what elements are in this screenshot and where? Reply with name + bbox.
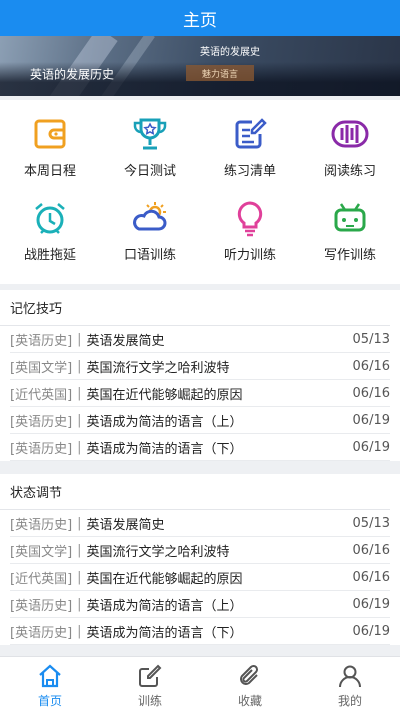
article-date: 06/16 — [352, 385, 390, 401]
tab-favorites[interactable]: 收藏 — [200, 657, 300, 710]
article-row[interactable]: [英国文学] | 英国流行文学之哈利波特 06/16 — [10, 353, 390, 380]
feature-speaking-training[interactable]: 口语训练 — [100, 184, 200, 268]
separator: | — [77, 358, 82, 374]
tab-label: 训练 — [137, 694, 162, 708]
robot-icon — [330, 198, 370, 238]
separator: | — [77, 596, 82, 612]
tab-profile[interactable]: 我的 — [300, 657, 400, 710]
feature-practice-list[interactable]: 练习清单 — [200, 100, 300, 184]
article-category: [英语历史] — [10, 414, 73, 430]
feature-weekly-schedule[interactable]: 本周日程 — [0, 100, 100, 184]
tab-training[interactable]: 训练 — [100, 657, 200, 710]
feature-label: 写作训练 — [323, 248, 376, 263]
tab-label: 首页 — [37, 694, 62, 708]
banner-caption: 英语的发展历史 — [30, 67, 115, 82]
feature-label: 听力训练 — [223, 248, 276, 263]
banner-carousel[interactable]: 英语的发展史 魅力语言 英语的发展历史 — [0, 36, 400, 96]
section-title: 记忆技巧 — [0, 290, 390, 326]
article-date: 06/19 — [352, 623, 390, 639]
article-title: 英语成为简洁的语言（下） — [86, 441, 243, 457]
article-title: 英国在近代能够崛起的原因 — [86, 571, 243, 587]
separator: | — [77, 515, 82, 531]
banner-tag: 魅力语言 — [186, 65, 254, 81]
article-category: [英国文学] — [10, 544, 73, 560]
feature-label: 本周日程 — [23, 164, 76, 179]
alarm-clock-icon — [30, 198, 70, 238]
feature-label: 口语训练 — [123, 248, 176, 263]
separator: | — [77, 623, 82, 639]
article-title: 英语发展简史 — [86, 333, 165, 349]
separator: | — [77, 412, 82, 428]
separator: | — [77, 542, 82, 558]
article-date: 06/16 — [352, 358, 390, 374]
article-category: [英语历史] — [10, 517, 73, 533]
article-date: 05/13 — [352, 331, 390, 347]
article-row[interactable]: [英语历史] | 英语发展简史 05/13 — [10, 510, 390, 537]
feature-label: 战胜拖延 — [23, 248, 76, 263]
paperclip-icon — [240, 664, 259, 685]
separator: | — [77, 331, 82, 347]
cloud-sun-icon — [130, 198, 170, 238]
feature-listening-training[interactable]: 听力训练 — [200, 184, 300, 268]
article-row[interactable]: [英语历史] | 英语发展简史 05/13 — [10, 326, 390, 353]
article-category: [英语历史] — [10, 625, 73, 641]
page-title: 主页 — [183, 10, 217, 31]
article-category: [英语历史] — [10, 598, 73, 614]
bottom-tab-bar: 首页 训练 收藏 我的 — [0, 656, 400, 710]
article-title: 英语成为简洁的语言（上） — [86, 414, 243, 430]
feature-label: 今日测试 — [123, 164, 176, 179]
article-date: 05/13 — [352, 515, 390, 531]
separator: | — [77, 385, 82, 401]
feature-reading-practice[interactable]: 阅读练习 — [300, 100, 400, 184]
article-row[interactable]: [近代英国] | 英国在近代能够崛起的原因 06/16 — [10, 564, 390, 591]
article-row[interactable]: [英语历史] | 英语成为简洁的语言（下） 06/19 — [10, 434, 390, 461]
audio-wave-icon — [330, 114, 370, 154]
tab-home[interactable]: 首页 — [0, 657, 100, 710]
feature-writing-training[interactable]: 写作训练 — [300, 184, 400, 268]
article-date: 06/19 — [352, 596, 390, 612]
article-date: 06/19 — [352, 439, 390, 455]
article-category: [近代英国] — [10, 387, 73, 403]
edit-list-icon — [230, 114, 270, 154]
article-date: 06/16 — [352, 569, 390, 585]
edit-icon — [139, 664, 162, 687]
article-row[interactable]: [英国文学] | 英国流行文学之哈利波特 06/16 — [10, 537, 390, 564]
article-row[interactable]: [英语历史] | 英语成为简洁的语言（下） 06/19 — [10, 618, 390, 645]
article-category: [英语历史] — [10, 333, 73, 349]
article-date: 06/16 — [352, 542, 390, 558]
tab-label: 收藏 — [237, 694, 262, 708]
tab-label: 我的 — [337, 694, 362, 708]
separator: | — [77, 569, 82, 585]
article-category: [近代英国] — [10, 571, 73, 587]
article-row[interactable]: [近代英国] | 英国在近代能够崛起的原因 06/16 — [10, 380, 390, 407]
user-icon — [339, 665, 361, 688]
separator: | — [77, 439, 82, 455]
article-category: [英语历史] — [10, 441, 73, 457]
home-icon — [39, 664, 61, 688]
lightbulb-icon — [230, 198, 270, 238]
article-row[interactable]: [英语历史] | 英语成为简洁的语言（上） 06/19 — [10, 591, 390, 618]
article-title: 英语成为简洁的语言（上） — [86, 598, 243, 614]
article-title: 英国流行文学之哈利波特 — [86, 544, 230, 560]
trophy-icon — [130, 114, 170, 154]
banner-sign-text: 英语的发展史 — [200, 46, 260, 58]
section-state-adjustment: 状态调节 [英语历史] | 英语发展简史 05/13 [英国文学] | 英国流行文学之哈利… — [0, 474, 400, 645]
article-title: 英语成为简洁的语言（下） — [86, 625, 243, 641]
feature-beat-procrastination[interactable]: 战胜拖延 — [0, 184, 100, 268]
section-memory-tips: 记忆技巧 [英语历史] | 英语发展简史 05/13 [英国文学] | 英国流行文学之哈利… — [0, 290, 400, 461]
top-header: 主页 — [0, 0, 400, 36]
article-date: 06/19 — [352, 412, 390, 428]
wallet-icon — [30, 114, 70, 154]
article-title: 英国流行文学之哈利波特 — [86, 360, 230, 376]
article-title: 英语发展简史 — [86, 517, 165, 533]
article-title: 英国在近代能够崛起的原因 — [86, 387, 243, 403]
article-row[interactable]: [英语历史] | 英语成为简洁的语言（上） 06/19 — [10, 407, 390, 434]
feature-label: 阅读练习 — [323, 164, 376, 179]
feature-label: 练习清单 — [223, 164, 276, 179]
section-title: 状态调节 — [0, 474, 390, 510]
feature-daily-test[interactable]: 今日测试 — [100, 100, 200, 184]
feature-grid: 本周日程 今日测试 练习清单 阅读练习 战胜拖延 口语训练 听力训练 写作训练 — [0, 100, 400, 284]
article-category: [英国文学] — [10, 360, 73, 376]
